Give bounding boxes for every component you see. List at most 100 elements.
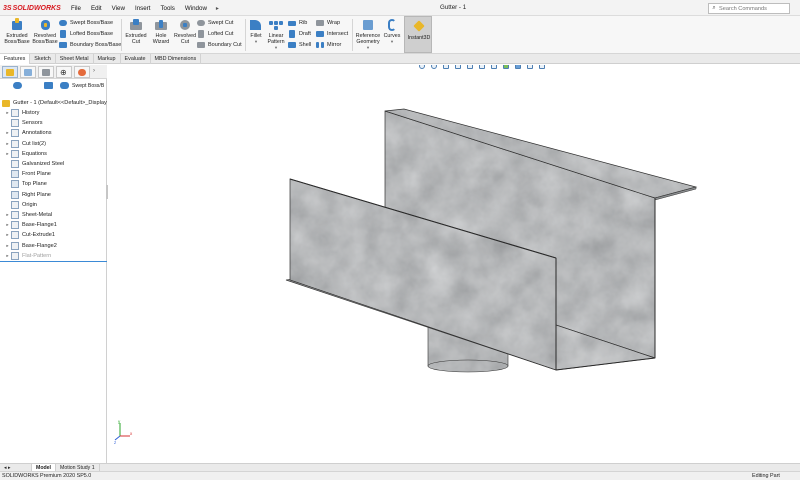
boundary-cut-button[interactable]: Boundary Cut	[197, 40, 242, 50]
tree-root-part[interactable]: Gutter - 1 (Default<<Default>_Display	[2, 98, 107, 108]
apply-scene-icon[interactable]	[514, 65, 522, 70]
monitor-icon[interactable]	[538, 65, 546, 70]
tree-item-label: Annotations	[22, 130, 52, 137]
tab-sheet-metal[interactable]: Sheet Metal	[56, 54, 94, 64]
intersect-button[interactable]: Intersect	[316, 29, 348, 39]
revolved-cut-button[interactable]: Revolved Cut	[173, 18, 197, 45]
chevron-down-icon[interactable]: ▾	[255, 39, 257, 45]
draft-button[interactable]: Draft	[288, 29, 311, 39]
expand-arrow-icon[interactable]: ▸	[4, 141, 11, 147]
previous-view-icon[interactable]	[442, 65, 450, 70]
pin-icon[interactable]: ▸	[212, 5, 223, 12]
triad-x-label: x	[130, 431, 133, 436]
tab-features[interactable]: Features	[0, 54, 31, 64]
annotation-icon	[11, 129, 19, 138]
rollback-bar[interactable]	[0, 261, 107, 262]
chevron-down-icon[interactable]: ▾	[275, 45, 277, 51]
rib-label: Rib	[299, 20, 308, 26]
rib-button[interactable]: Rib	[288, 18, 307, 28]
hole-wizard-button[interactable]: Hole Wizard	[149, 18, 173, 45]
tree-item[interactable]: Right Plane	[4, 190, 51, 200]
tree-item[interactable]: ▸ Sheet-Metal	[4, 210, 52, 220]
tree-item[interactable]: Front Plane	[4, 169, 51, 179]
chevron-down-icon[interactable]: ▾	[367, 45, 369, 51]
expand-arrow-icon[interactable]: ▸	[4, 253, 11, 259]
tree-item[interactable]: ▸ Base-Flange1	[4, 220, 57, 230]
linear-pattern-icon	[268, 18, 284, 32]
expand-arrow-icon[interactable]: ▸	[4, 151, 11, 157]
configuration-manager-tab[interactable]	[38, 66, 54, 78]
tree-item[interactable]: Top Plane	[4, 179, 47, 189]
tree-item[interactable]: ▸ Equations	[4, 149, 47, 159]
zoom-area-icon[interactable]	[430, 65, 438, 70]
expand-arrow-icon[interactable]: ▸	[4, 243, 11, 249]
section-view-icon[interactable]	[454, 65, 462, 70]
command-manager: Extruded Boss/Base Revolved Boss/Base Sw…	[0, 16, 800, 54]
search-input[interactable]	[719, 5, 789, 12]
expand-arrow-icon[interactable]: ▸	[4, 222, 11, 228]
tree-item[interactable]: ▸ Annotations	[4, 128, 52, 138]
expand-arrow-icon[interactable]: ▸	[4, 110, 11, 116]
mirror-button[interactable]: Mirror	[316, 40, 341, 50]
tree-item[interactable]: Sensors	[4, 118, 43, 128]
loft-icon[interactable]	[44, 82, 53, 89]
property-manager-tab[interactable]	[20, 66, 36, 78]
menu-window[interactable]: Window	[180, 5, 212, 12]
view-orientation-icon[interactable]	[466, 65, 474, 70]
tree-item[interactable]: ▸ Cut list(2)	[4, 139, 46, 149]
curves-button[interactable]: Curves ▾	[382, 18, 402, 45]
wrap-button[interactable]: Wrap	[316, 18, 340, 28]
instant3d-button[interactable]: Instant3D	[404, 16, 432, 53]
linear-pattern-button[interactable]: Linear Pattern ▾	[265, 18, 287, 51]
chevron-right-icon[interactable]: ›	[93, 68, 95, 74]
extruded-boss-button[interactable]: Extruded Boss/Base	[3, 18, 31, 45]
swept-boss-shortcut-label[interactable]: Swept Boss/B	[72, 83, 104, 89]
solidworks-logo[interactable]: 3S SOLIDWORKS	[3, 3, 63, 14]
dimxpert-manager-tab[interactable]: ⊕	[56, 66, 72, 78]
expand-arrow-icon[interactable]: ▸	[4, 130, 11, 136]
sweep-icon[interactable]	[60, 82, 69, 89]
status-bar: SOLIDWORKS Premium 2020 SP5.0 Editing Pa…	[0, 471, 800, 480]
menu-file[interactable]: File	[66, 5, 86, 12]
tree-item[interactable]: ▸ Base-Flange2	[4, 241, 57, 251]
gutter-model[interactable]: y x z	[108, 65, 800, 463]
view-settings-icon[interactable]	[526, 65, 534, 70]
menu-view[interactable]: View	[107, 5, 130, 12]
revolved-boss-button[interactable]: Revolved Boss/Base	[31, 18, 59, 45]
revolve-icon[interactable]	[13, 82, 22, 89]
tab-sketch[interactable]: Sketch	[30, 54, 56, 64]
swept-boss-button[interactable]: Swept Boss/Base	[59, 18, 113, 28]
lofted-boss-button[interactable]: Lofted Boss/Base	[59, 29, 113, 39]
display-manager-tab[interactable]	[74, 66, 90, 78]
shell-button[interactable]: Shell	[288, 40, 311, 50]
lofted-cut-button[interactable]: Lofted Cut	[197, 29, 233, 39]
zoom-to-fit-icon[interactable]	[418, 65, 426, 70]
search-commands[interactable]: ⌕	[708, 3, 790, 14]
tree-item[interactable]: Origin	[4, 200, 37, 210]
hide-show-items-icon[interactable]	[490, 65, 498, 70]
reference-geometry-button[interactable]: Reference Geometry ▾	[354, 18, 382, 51]
material-icon	[11, 160, 19, 168]
tree-item[interactable]: Galvanized Steel	[4, 159, 64, 169]
menu-tools[interactable]: Tools	[155, 5, 179, 12]
chevron-down-icon[interactable]: ▾	[391, 39, 393, 45]
expand-arrow-icon[interactable]: ▸	[4, 232, 11, 238]
tree-item[interactable]: ▸ History	[4, 108, 39, 118]
graphics-area[interactable]: y x z	[108, 65, 800, 463]
tab-markup[interactable]: Markup	[94, 54, 121, 64]
swept-cut-button[interactable]: Swept Cut	[197, 18, 233, 28]
edit-appearance-icon[interactable]	[502, 65, 510, 70]
extruded-cut-button[interactable]: Extruded Cut	[123, 18, 149, 45]
tree-item[interactable]: ▸ Flat-Pattern	[4, 251, 51, 261]
feature-tree-tab[interactable]	[2, 66, 18, 78]
display-style-icon[interactable]	[478, 65, 486, 70]
expand-arrow-icon[interactable]: ▸	[4, 212, 11, 218]
fillet-button[interactable]: Fillet ▾	[247, 18, 265, 45]
base-flange-icon	[11, 241, 19, 250]
menu-edit[interactable]: Edit	[86, 5, 107, 12]
tab-mbd-dimensions[interactable]: MBD Dimensions	[151, 54, 202, 64]
menu-insert[interactable]: Insert	[130, 5, 155, 12]
boundary-boss-button[interactable]: Boundary Boss/Base	[59, 40, 121, 50]
tree-item[interactable]: ▸ Cut-Extrude1	[4, 230, 55, 240]
tab-evaluate[interactable]: Evaluate	[121, 54, 151, 64]
